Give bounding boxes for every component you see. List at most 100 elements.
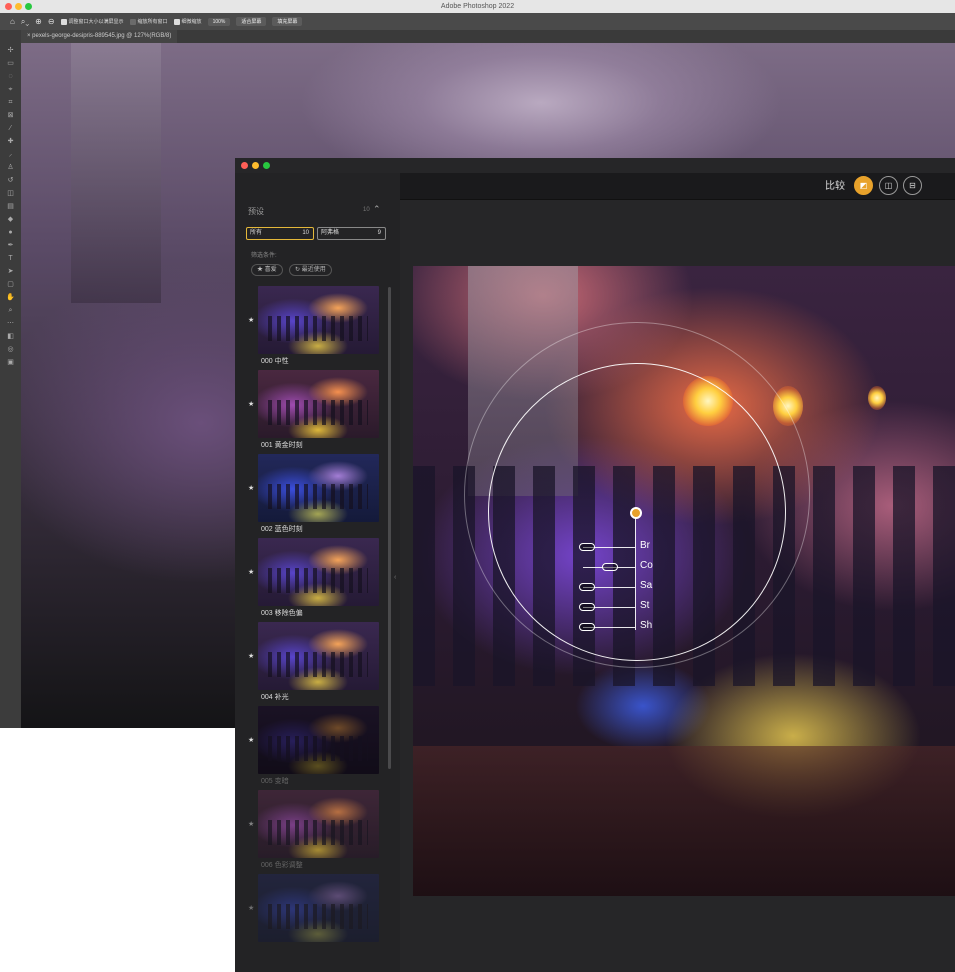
- path-select-icon[interactable]: ➤: [0, 265, 21, 278]
- control-point-overlay: Br Co Sa St Sh: [413, 266, 955, 896]
- close-button[interactable]: [5, 3, 12, 10]
- nik-close-button[interactable]: [241, 162, 248, 169]
- preset-thumbnail[interactable]: [258, 874, 379, 942]
- control-point-stem: [635, 518, 636, 630]
- document-tabbar: × pexels-george-desipris-889545.jpg @ 12…: [21, 30, 955, 43]
- collapse-chevron-icon[interactable]: ⌃: [373, 204, 381, 215]
- slider-knob[interactable]: [579, 543, 595, 551]
- preset-thumbnail[interactable]: [258, 286, 379, 354]
- slider-label: St: [640, 600, 650, 611]
- fill-screen-button[interactable]: 填充屏幕: [272, 17, 303, 26]
- document-tab[interactable]: × pexels-george-desipris-889545.jpg @ 12…: [21, 30, 178, 43]
- marquee-tool-icon[interactable]: ▭: [0, 57, 21, 70]
- slider-label: Sa: [640, 580, 653, 591]
- app-title: Adobe Photoshop 2022: [440, 3, 515, 10]
- preset-label: 003 移除色偏: [261, 610, 303, 617]
- eyedropper-icon[interactable]: ⁄: [0, 122, 21, 135]
- checkbox-checked-icon: [173, 18, 180, 25]
- zoom-tool-side-icon[interactable]: ⌕: [0, 304, 21, 317]
- star-icon[interactable]: ★: [248, 652, 254, 660]
- eraser-tool-icon[interactable]: ◫: [0, 187, 21, 200]
- control-point-handle[interactable]: [630, 507, 642, 519]
- crop-tool-icon[interactable]: ⌗: [0, 96, 21, 109]
- slider-knob[interactable]: [579, 583, 595, 591]
- brush-tool-icon[interactable]: ⸝: [0, 148, 21, 161]
- slider-knob[interactable]: [579, 623, 595, 631]
- type-tool-icon[interactable]: T: [0, 252, 21, 265]
- preset-label: 000 中性: [261, 358, 289, 365]
- zoom-in-icon[interactable]: ⊕: [35, 17, 42, 26]
- preset-thumbnail[interactable]: [258, 706, 379, 774]
- compare-toggle-icon[interactable]: ◩: [854, 176, 873, 195]
- sidebar-collapse-chevron-icon[interactable]: ‹: [394, 574, 396, 581]
- star-icon[interactable]: ★: [248, 316, 254, 324]
- side-by-side-view-icon[interactable]: ⊟: [903, 176, 922, 195]
- hand-tool-icon[interactable]: ✋: [0, 291, 21, 304]
- nik-titlebar: [235, 158, 955, 173]
- stamp-tool-icon[interactable]: ♙: [0, 161, 21, 174]
- move-tool-icon[interactable]: ✢: [0, 44, 21, 57]
- history-brush-icon[interactable]: ↺: [0, 174, 21, 187]
- gradient-tool-icon[interactable]: ▤: [0, 200, 21, 213]
- quick-select-icon[interactable]: ⌖: [0, 83, 21, 96]
- color-swatch-icon[interactable]: ◧: [0, 330, 21, 343]
- star-icon[interactable]: ★: [248, 736, 254, 744]
- filter-category[interactable]: 阿弗格 9: [317, 227, 386, 240]
- filter-conditions-label: 筛选条件:: [251, 253, 277, 259]
- favorites-chip[interactable]: ★ 喜爱: [251, 264, 283, 276]
- preset-thumbnail[interactable]: [258, 622, 379, 690]
- presets-heading: 预设: [248, 207, 264, 216]
- blur-tool-icon[interactable]: ◆: [0, 213, 21, 226]
- preset-thumbnail[interactable]: [258, 370, 379, 438]
- tools-panel: ✢ ▭ ◌ ⌖ ⌗ ⊠ ⁄ ✚ ⸝ ♙ ↺ ◫ ▤ ◆ ● ✒ T ➤ ▢ ✋ …: [0, 30, 21, 728]
- lasso-tool-icon[interactable]: ◌: [0, 70, 21, 83]
- options-bar: ⌂ ⌕⌄ ⊕ ⊖ 调整窗口大小以满屏显示 缩放所有窗口 细微缩放 100% 适合…: [0, 13, 955, 30]
- slider-knob[interactable]: [602, 563, 618, 571]
- presets-count: 10: [363, 207, 370, 213]
- split-view-icon[interactable]: ◫: [879, 176, 898, 195]
- recent-chip[interactable]: ↻ 最近使用: [289, 264, 332, 276]
- slider-label: Co: [640, 560, 653, 571]
- dodge-tool-icon[interactable]: ●: [0, 226, 21, 239]
- zoom-100-button[interactable]: 100%: [207, 17, 231, 26]
- slider-label: Sh: [640, 620, 653, 631]
- resize-windows-option[interactable]: 调整窗口大小以满屏显示: [60, 18, 124, 25]
- fit-screen-button[interactable]: 适合屏幕: [236, 17, 267, 26]
- zoom-tool-icon[interactable]: ⌕⌄: [21, 17, 29, 27]
- filter-all[interactable]: 所有 10: [246, 227, 314, 240]
- slider-knob[interactable]: [579, 603, 595, 611]
- zoom-button[interactable]: [25, 3, 32, 10]
- screen-mode-icon[interactable]: ▣: [0, 356, 21, 369]
- star-icon[interactable]: ★: [248, 568, 254, 576]
- preset-thumbnail[interactable]: [258, 790, 379, 858]
- star-icon[interactable]: ★: [248, 904, 254, 912]
- slider-label: Br: [640, 540, 650, 551]
- healing-brush-icon[interactable]: ✚: [0, 135, 21, 148]
- quick-mask-icon[interactable]: ◎: [0, 343, 21, 356]
- nik-minimize-button[interactable]: [252, 162, 259, 169]
- minimize-button[interactable]: [15, 3, 22, 10]
- preset-label: 006 色彩调整: [261, 862, 303, 869]
- star-icon[interactable]: ★: [248, 484, 254, 492]
- home-icon[interactable]: ⌂: [10, 17, 15, 26]
- nik-zoom-button[interactable]: [263, 162, 270, 169]
- preset-label: 002 蓝色时刻: [261, 526, 303, 533]
- zoom-all-option[interactable]: 缩放所有窗口: [129, 18, 168, 25]
- compare-label: 比较: [825, 181, 845, 192]
- preset-thumbnail[interactable]: [258, 454, 379, 522]
- photoshop-titlebar: Adobe Photoshop 2022: [0, 0, 955, 13]
- more-tools-icon[interactable]: ⋯: [0, 317, 21, 330]
- preset-label: 001 黄金时刻: [261, 442, 303, 449]
- nik-plugin-window: 预设 10 ⌃ 所有 10 阿弗格 9 筛选条件: ★ 喜爱 ↻ 最近使用 ★ …: [235, 158, 955, 972]
- zoom-out-icon[interactable]: ⊖: [48, 17, 55, 26]
- checkbox-checked-icon: [60, 18, 67, 25]
- shape-tool-icon[interactable]: ▢: [0, 278, 21, 291]
- frame-tool-icon[interactable]: ⊠: [0, 109, 21, 122]
- star-icon[interactable]: ★: [248, 400, 254, 408]
- preset-label: 004 补光: [261, 694, 289, 701]
- preset-thumbnail[interactable]: [258, 538, 379, 606]
- pen-tool-icon[interactable]: ✒: [0, 239, 21, 252]
- scrubby-zoom-option[interactable]: 细微缩放: [173, 18, 202, 25]
- star-icon[interactable]: ★: [248, 820, 254, 828]
- preset-scrollbar[interactable]: [388, 287, 391, 769]
